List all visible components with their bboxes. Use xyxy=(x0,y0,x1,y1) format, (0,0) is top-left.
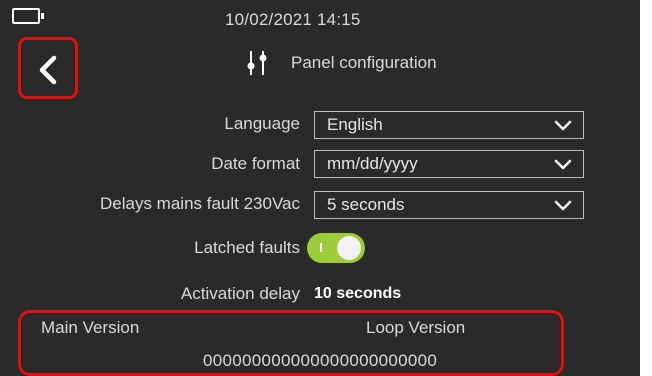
back-button[interactable] xyxy=(18,37,78,99)
main-version-label: Main Version xyxy=(41,318,140,337)
version-number: 000000000000000000000000 xyxy=(203,351,438,370)
language-value: English xyxy=(327,115,383,134)
latched-faults-label: Latched faults xyxy=(194,238,300,257)
battery-icon xyxy=(12,8,44,24)
date-time: 10/02/2021 14:15 xyxy=(225,10,361,29)
activation-delay-label: Activation delay xyxy=(180,284,300,303)
date-format-value: mm/dd/yyyy xyxy=(327,154,418,173)
chevron-down-icon xyxy=(554,200,572,211)
date-format-select[interactable]: mm/dd/yyyy xyxy=(314,150,584,178)
mains-fault-delay-value: 5 seconds xyxy=(327,195,405,214)
date-format-label: Date format xyxy=(211,154,300,173)
toggle-on-mark xyxy=(320,243,322,252)
chevron-left-icon xyxy=(39,55,57,85)
panel-configuration-screen: 10/02/2021 14:15 Panel configuration Lan… xyxy=(0,0,640,376)
loop-version-label: Loop Version xyxy=(366,318,466,337)
language-label: Language xyxy=(224,114,300,133)
chevron-down-icon xyxy=(554,159,572,170)
language-select[interactable]: English xyxy=(314,111,584,139)
toggle-knob xyxy=(337,236,361,260)
sliders-icon xyxy=(247,51,267,75)
latched-faults-toggle[interactable] xyxy=(307,233,365,263)
mains-fault-delay-select[interactable]: 5 seconds xyxy=(314,191,584,219)
page-title: Panel configuration xyxy=(291,53,437,72)
version-info-box: Main Version Loop Version 00000000000000… xyxy=(18,310,564,376)
mains-fault-delay-label: Delays mains fault 230Vac xyxy=(99,194,300,213)
chevron-down-icon xyxy=(554,120,572,131)
activation-delay-value: 10 seconds xyxy=(314,285,402,302)
